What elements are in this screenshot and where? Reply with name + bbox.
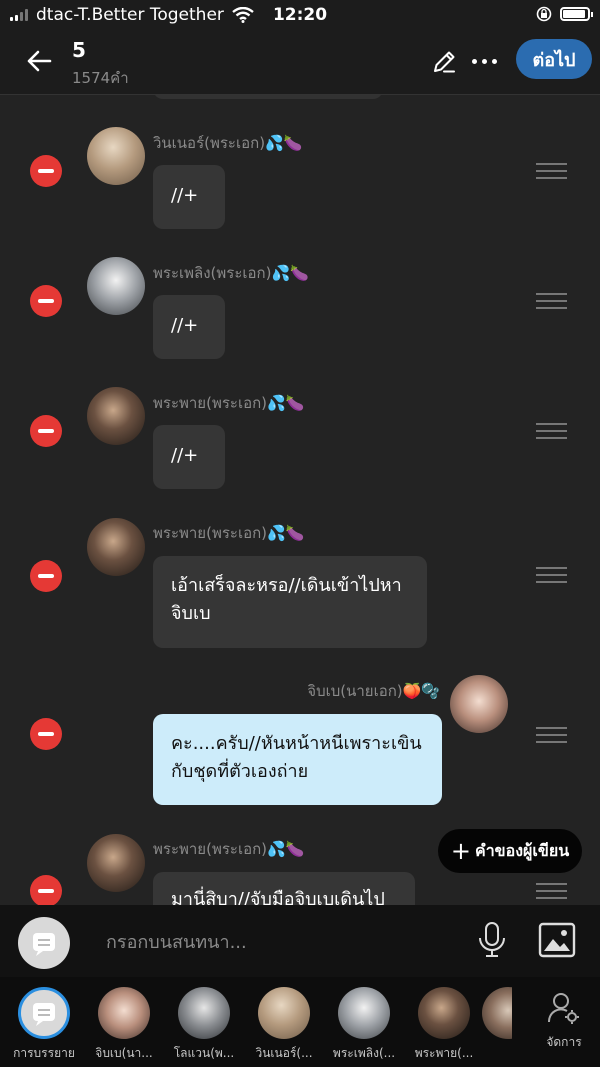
- narration-toggle-button[interactable]: [18, 917, 70, 969]
- back-arrow-icon[interactable]: [24, 46, 54, 76]
- character-name: พระพาย(...: [414, 1046, 474, 1060]
- battery-icon: [560, 7, 593, 21]
- avatar: [258, 987, 310, 1039]
- avatar[interactable]: [87, 257, 145, 315]
- character-name: พระเพลิง(...: [332, 1046, 396, 1060]
- chat-bubble-icon: [33, 933, 55, 956]
- avatar[interactable]: [450, 675, 508, 733]
- message-bubble[interactable]: เอ้าเสร็จละหรอ//เดินเข้าไปหา จิบเบ: [153, 556, 427, 648]
- drag-handle-icon[interactable]: [536, 293, 567, 309]
- remove-message-button[interactable]: [30, 285, 62, 317]
- character-item-partial[interactable]: [482, 987, 512, 1039]
- author-note-label: คำของผู้เขียน: [474, 840, 570, 860]
- message-bubble[interactable]: มานี่สิบา//จับมือจิบเบเดินไป: [153, 872, 415, 905]
- drag-handle-icon[interactable]: [536, 567, 567, 583]
- input-bar: [0, 905, 600, 977]
- next-button[interactable]: ต่อไป: [516, 39, 592, 79]
- avatar: [338, 987, 390, 1039]
- person-gear-icon: [547, 993, 579, 1024]
- message-bubble[interactable]: คะ....ครับ//หันหน้าหนีเพราะเขิน กับชุดที…: [153, 714, 442, 805]
- header: 5 1574คำ ต่อไป: [0, 30, 600, 95]
- plus-icon: +: [450, 837, 471, 865]
- drag-handle-icon[interactable]: [536, 883, 567, 899]
- character-item[interactable]: โลแวน(พ...: [162, 987, 246, 1063]
- message-bubble[interactable]: //+: [153, 295, 225, 359]
- message-bubble[interactable]: //+: [153, 165, 225, 229]
- image-icon[interactable]: [538, 921, 576, 959]
- avatar[interactable]: [87, 518, 145, 576]
- character-item[interactable]: วินเนอร์(...: [242, 987, 326, 1063]
- character-name: การบรรยาย: [13, 1046, 75, 1060]
- more-options-icon[interactable]: [472, 59, 497, 64]
- carrier-name: dtac-T.Better Together: [36, 5, 224, 25]
- sender-name: พระเพลิง(พระเอก)💦🍆: [153, 264, 309, 282]
- character-name: โลแวน(พ...: [173, 1046, 235, 1060]
- pencil-icon[interactable]: [430, 48, 458, 76]
- sender-name: จิบเบ(นายเอก)🍑🫧: [307, 682, 440, 700]
- character-narration[interactable]: การบรรยาย: [2, 987, 86, 1063]
- remove-message-button[interactable]: [30, 415, 62, 447]
- character-item[interactable]: พระพาย(...: [402, 987, 486, 1063]
- narration-icon: [18, 987, 70, 1039]
- remove-message-button[interactable]: [30, 718, 62, 750]
- remove-message-button[interactable]: [30, 560, 62, 592]
- character-bar: การบรรยาย จิบเบ(นา... โลแวน(พ... วินเนอร…: [0, 977, 600, 1067]
- character-item[interactable]: จิบเบ(นา...: [82, 987, 166, 1063]
- avatar: [418, 987, 470, 1039]
- status-bar: dtac-T.Better Together 12:20: [0, 0, 600, 30]
- remove-message-button[interactable]: [30, 155, 62, 187]
- add-author-note-button[interactable]: + คำของผู้เขียน: [438, 829, 582, 873]
- character-item[interactable]: พระเพลิง(...: [322, 987, 406, 1063]
- sender-name: พระพาย(พระเอก)💦🍆: [153, 524, 305, 542]
- chat-list[interactable]: วินเนอร์(พระเอก)💦🍆 //+ พระเพลิง(พระเอก)💦…: [0, 95, 600, 905]
- sender-name: พระพาย(พระเอก)💦🍆: [153, 394, 305, 412]
- avatar[interactable]: [87, 387, 145, 445]
- avatar: [178, 987, 230, 1039]
- page-title: 5: [72, 38, 86, 62]
- manage-characters-button[interactable]: จัดการ: [538, 991, 590, 1052]
- avatar: [482, 987, 512, 1039]
- sender-name: พระพาย(พระเอก)💦🍆: [153, 840, 305, 858]
- signal-icon: [10, 9, 28, 21]
- manage-label: จัดการ: [546, 1035, 582, 1049]
- avatar[interactable]: [87, 127, 145, 185]
- drag-handle-icon[interactable]: [536, 423, 567, 439]
- wifi-icon: [232, 7, 254, 23]
- avatar: [98, 987, 150, 1039]
- message-bubble[interactable]: //+: [153, 425, 225, 489]
- drag-handle-icon[interactable]: [536, 163, 567, 179]
- avatar[interactable]: [87, 834, 145, 892]
- character-name: วินเนอร์(...: [255, 1046, 313, 1060]
- sender-name: วินเนอร์(พระเอก)💦🍆: [153, 134, 303, 152]
- drag-handle-icon[interactable]: [536, 727, 567, 743]
- character-name: จิบเบ(นา...: [95, 1046, 153, 1060]
- message-bubble-fragment: [153, 95, 383, 99]
- orientation-lock-icon: [536, 6, 552, 22]
- remove-message-button[interactable]: [30, 875, 62, 905]
- word-count: 1574คำ: [72, 69, 129, 87]
- chat-input[interactable]: [104, 923, 438, 961]
- microphone-icon[interactable]: [476, 921, 508, 959]
